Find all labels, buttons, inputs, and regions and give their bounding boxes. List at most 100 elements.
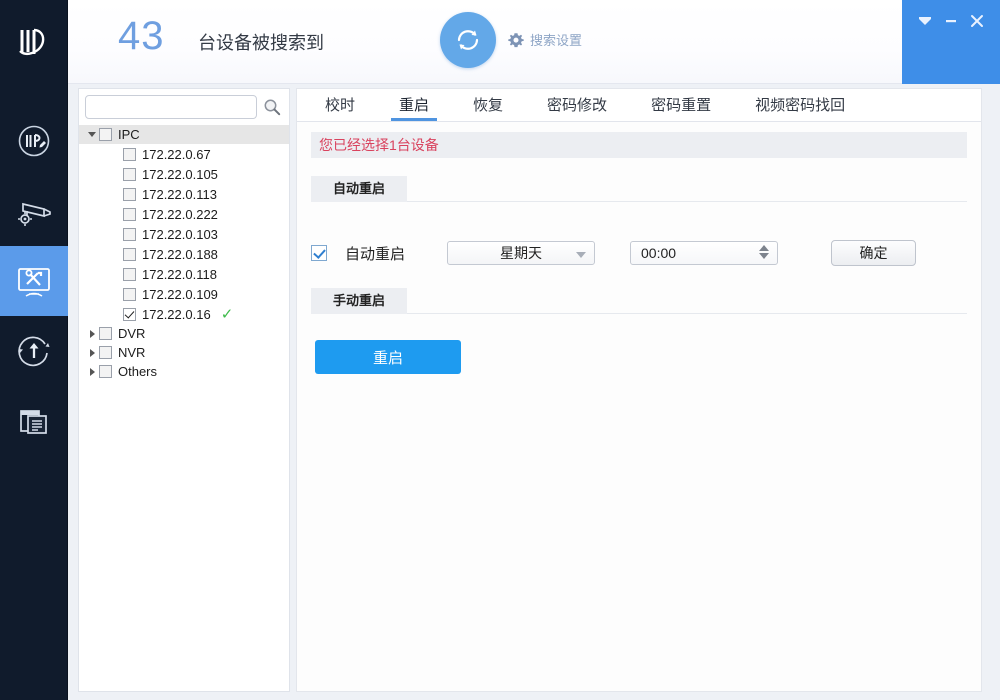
upload-arrow-icon	[18, 336, 50, 367]
stepper-up-icon[interactable]	[759, 245, 770, 251]
stepper-arrows[interactable]	[759, 245, 770, 259]
refresh-button[interactable]	[440, 12, 496, 68]
tab-label: 校时	[325, 97, 356, 114]
twisty-triangle	[88, 132, 96, 137]
auto-restart-checkbox[interactable]	[311, 245, 327, 261]
tab-label: 重启	[399, 97, 430, 114]
sidebar-item-ip-config[interactable]	[0, 106, 68, 176]
device-count: 43	[118, 14, 165, 58]
search-settings-button[interactable]: 搜索设置	[508, 30, 582, 49]
sidebar-item-camera-config[interactable]	[0, 176, 68, 246]
tree-group[interactable]: Others	[79, 362, 289, 381]
minimize-button[interactable]	[940, 10, 962, 32]
id-monogram-logo-icon	[19, 28, 45, 56]
tree-device-item[interactable]: 172.22.0.222	[79, 204, 289, 224]
search-button[interactable]	[261, 96, 283, 118]
tree-group-checkbox[interactable]	[99, 128, 112, 141]
tab-0[interactable]: 校时	[303, 98, 377, 121]
chevron-right-icon[interactable]	[85, 365, 99, 379]
tree-device-checkbox[interactable]	[123, 147, 136, 161]
app-header: 43 台设备被搜索到 搜索设置	[68, 0, 1000, 84]
twisty-triangle	[89, 367, 95, 376]
documents-icon	[20, 410, 47, 434]
chevron-down-icon[interactable]	[85, 128, 99, 142]
device-count-label: 台设备被搜索到	[198, 33, 324, 53]
tree-device-item[interactable]: 172.22.0.103	[79, 224, 289, 244]
tab-1[interactable]: 重启	[377, 98, 451, 121]
tree-group[interactable]: IPC	[79, 125, 289, 144]
twisty-triangle	[89, 348, 95, 357]
chevron-right-icon[interactable]	[85, 327, 99, 341]
restart-button[interactable]: 重启	[315, 340, 461, 374]
tree-group-checkbox[interactable]	[99, 346, 112, 359]
weekday-select[interactable]: 星期天	[447, 241, 596, 265]
tree-device-item[interactable]: 172.22.0.67	[79, 144, 289, 164]
tree-device-checkbox[interactable]	[123, 207, 136, 221]
search-settings-label: 搜索设置	[530, 33, 583, 48]
success-check-icon: ✓	[220, 305, 234, 323]
tree-device-label: 172.22.0.113	[142, 186, 217, 202]
tree-device-item[interactable]: 172.22.0.16 ✓	[79, 304, 289, 324]
tree-device-checkbox[interactable]	[123, 247, 136, 261]
stepper-down-icon[interactable]	[759, 253, 770, 259]
sidebar-item-device-tools[interactable]	[0, 246, 68, 316]
chevron-down-icon	[919, 17, 931, 25]
tree-device-item[interactable]: 172.22.0.118	[79, 264, 289, 284]
tab-2[interactable]: 恢复	[451, 98, 525, 121]
tree-device-checkbox[interactable]	[123, 307, 136, 321]
sidebar-item-logs[interactable]	[0, 386, 68, 456]
search-input[interactable]	[85, 95, 257, 119]
auto-restart-header: 自动重启	[311, 176, 967, 202]
tree-device-checkbox[interactable]	[123, 167, 136, 181]
tree-search-row	[79, 89, 289, 123]
tree-device-label: 172.22.0.105	[142, 166, 218, 182]
tab-bar: 校时 重启 恢复 密码修改 密码重置 视频密码找回	[297, 89, 981, 122]
left-sidebar	[0, 0, 68, 700]
tab-4[interactable]: 密码重置	[629, 98, 733, 121]
tab-label: 恢复	[473, 97, 504, 114]
tree-device-item[interactable]: 172.22.0.188	[79, 244, 289, 264]
tree-device-checkbox[interactable]	[123, 267, 136, 281]
confirm-button[interactable]: 确定	[831, 240, 917, 266]
tree-device-label: 172.22.0.103	[142, 226, 218, 242]
tree-device-checkbox[interactable]	[123, 187, 136, 201]
tab-5[interactable]: 视频密码找回	[733, 98, 867, 121]
tab-3[interactable]: 密码修改	[525, 98, 629, 121]
restore-down-button[interactable]	[914, 10, 936, 32]
ip-edit-icon	[18, 125, 50, 157]
tree-device-checkbox[interactable]	[123, 287, 136, 301]
tree-group[interactable]: DVR	[79, 324, 289, 343]
app-body: IPC 172.22.0.67 172.22.0.105 172.22.0.113 17…	[68, 84, 1000, 700]
tree-group-label: DVR	[118, 326, 146, 341]
weekday-select-value: 星期天	[500, 245, 543, 261]
auto-restart-section: 自动重启 自动重启 星期天 00:00 确定	[297, 176, 981, 266]
manual-restart-title: 手动重启	[311, 288, 408, 314]
tree-device-label: 172.22.0.222	[142, 206, 218, 222]
sidebar-item-upgrade[interactable]	[0, 316, 68, 386]
tree-device-label: 172.22.0.16	[142, 306, 211, 322]
minimize-icon	[946, 20, 956, 23]
selection-notice: 您已经选择1台设备	[311, 132, 967, 158]
tree-group[interactable]: NVR	[79, 343, 289, 362]
tree-device-item[interactable]: 172.22.0.113	[79, 184, 289, 204]
tree-group-label: NVR	[118, 345, 146, 360]
tab-label: 密码重置	[651, 97, 712, 114]
tree-device-item[interactable]: 172.22.0.105	[79, 164, 289, 184]
tree-device-label: 172.22.0.109	[142, 286, 218, 302]
time-stepper[interactable]: 00:00	[630, 241, 779, 265]
close-icon	[971, 15, 983, 27]
chevron-right-icon[interactable]	[85, 346, 99, 360]
tree-device-checkbox[interactable]	[123, 227, 136, 241]
tree-device-label: 172.22.0.67	[142, 146, 211, 162]
tree-group-checkbox[interactable]	[99, 365, 112, 378]
content-panel: 校时 重启 恢复 密码修改 密码重置 视频密码找回 您已经选择1台设备 自动重启 自动重启…	[296, 88, 982, 692]
chevron-down-icon	[576, 252, 587, 258]
tree-device-item[interactable]: 172.22.0.109	[79, 284, 289, 304]
tree-group-checkbox[interactable]	[99, 327, 112, 340]
close-button[interactable]	[966, 10, 988, 32]
twisty-triangle	[89, 329, 95, 338]
search-icon	[264, 99, 281, 116]
device-tree: IPC 172.22.0.67 172.22.0.105 172.22.0.113 17…	[79, 123, 289, 381]
camera-gear-icon	[18, 202, 51, 226]
time-stepper-value: 00:00	[641, 245, 677, 261]
